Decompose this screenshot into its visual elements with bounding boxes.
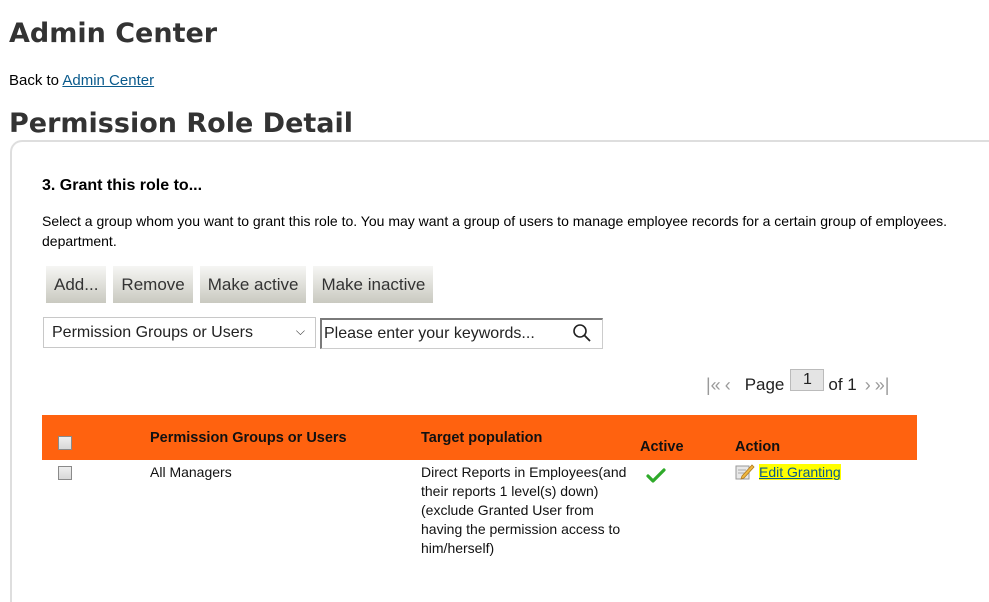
target-population: Direct Reports in Employees(and their re… (421, 464, 627, 556)
table-row: All Managers Direct Reports in Employees… (42, 460, 917, 558)
back-prefix: Back to (9, 72, 60, 89)
grants-table: Permission Groups or Users Target popula… (42, 415, 917, 558)
active-check-icon (646, 468, 666, 483)
page-title: Permission Role Detail (9, 108, 354, 139)
pagination: |« ‹ Page 1 of 1 › »| (706, 369, 890, 400)
remove-button[interactable]: Remove (113, 266, 193, 303)
filter-type-value: Permission Groups or Users (52, 323, 253, 341)
make-active-button[interactable]: Make active (199, 266, 307, 303)
col-header-active[interactable]: Active (640, 415, 735, 460)
add-button[interactable]: Add... (46, 266, 107, 303)
edit-pencil-icon (735, 464, 755, 480)
search-icon[interactable] (572, 323, 592, 343)
edit-granting-link[interactable]: Edit Granting (759, 464, 841, 480)
back-link-row: Back to Admin Center (9, 72, 154, 89)
page-number-input[interactable]: 1 (790, 369, 825, 391)
section-title: 3. Grant this role to... (42, 177, 203, 194)
col-header-target[interactable]: Target population (421, 415, 640, 460)
col-header-group[interactable]: Permission Groups or Users (150, 415, 421, 460)
page-count: of 1 (828, 375, 857, 394)
row-checkbox[interactable] (58, 466, 72, 480)
admin-center-title: Admin Center (9, 18, 218, 49)
table-header-row: Permission Groups or Users Target popula… (42, 415, 917, 460)
last-page-icon[interactable]: »| (875, 375, 890, 396)
make-inactive-button[interactable]: Make inactive (313, 266, 434, 303)
select-all-checkbox[interactable] (58, 436, 72, 450)
chevron-down-icon: ⌵ (295, 324, 305, 338)
search-box (320, 318, 603, 349)
toolbar: Add... Remove Make active Make inactive (46, 266, 434, 303)
filter-type-select[interactable]: Permission Groups or Users ⌵ (43, 317, 316, 348)
section-description: Select a group whom you want to grant th… (42, 213, 948, 249)
search-input[interactable] (324, 323, 564, 345)
col-header-action: Action (735, 415, 917, 460)
prev-page-icon[interactable]: ‹ (725, 375, 731, 396)
admin-center-link[interactable]: Admin Center (62, 72, 154, 89)
page-label: Page (744, 375, 785, 394)
group-name: All Managers (150, 464, 232, 480)
first-page-icon[interactable]: |« (706, 375, 721, 396)
next-page-icon[interactable]: › (865, 375, 871, 396)
